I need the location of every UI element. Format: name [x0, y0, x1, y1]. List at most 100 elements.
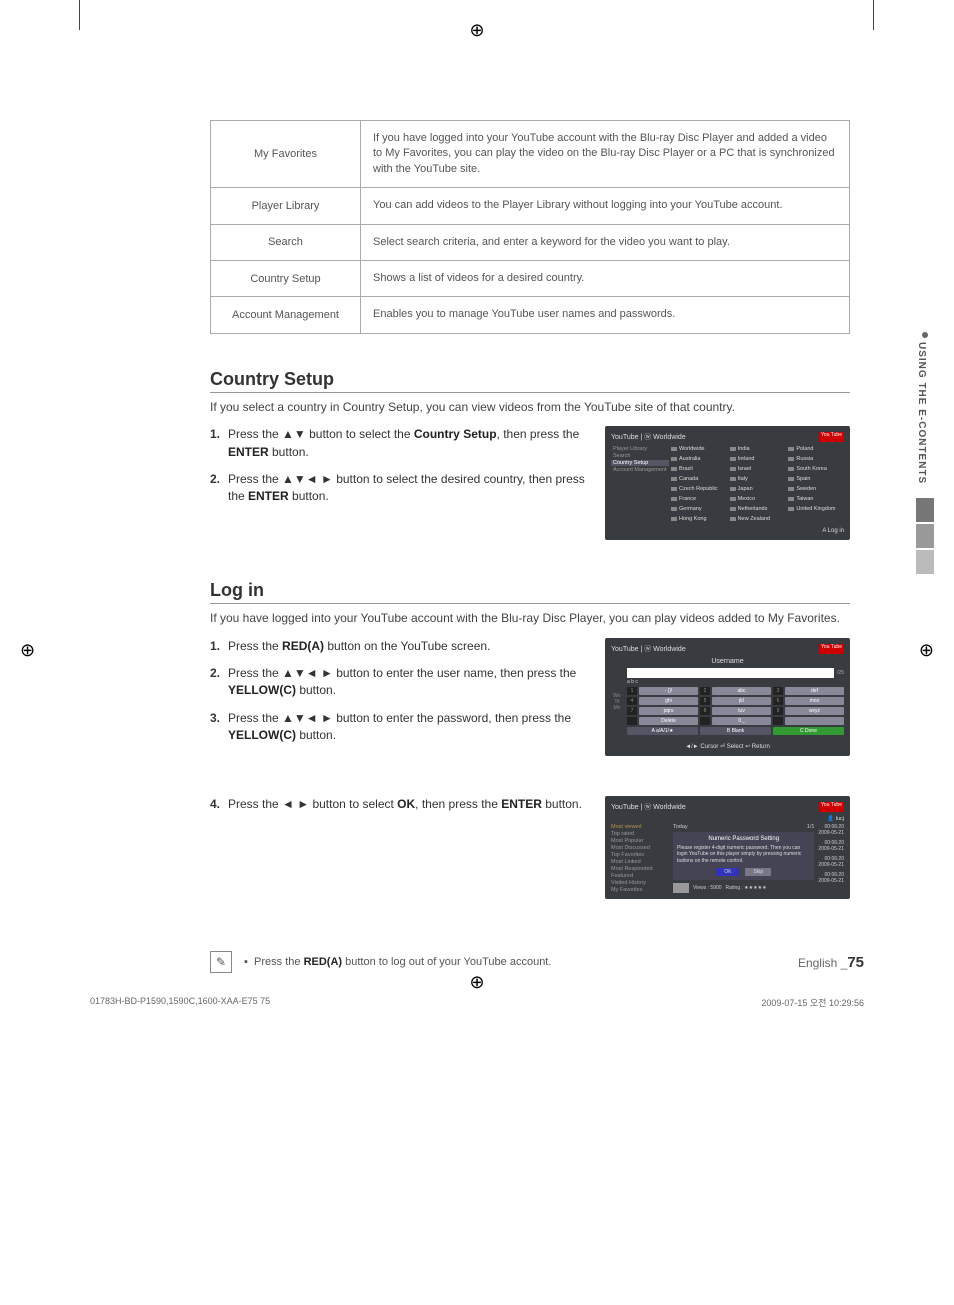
- nav-item: Most Popular: [611, 838, 669, 844]
- keypad-title: Username: [611, 658, 844, 665]
- nav-item: Account Management: [611, 467, 669, 473]
- keypad-num: 8: [700, 707, 710, 715]
- side-tab: USING THE E-CONTENTS: [916, 328, 934, 576]
- keypad-num: 7: [627, 707, 637, 715]
- nav-item: Most viewed: [611, 824, 669, 830]
- country-item: India: [730, 446, 786, 452]
- country-item: Italy: [730, 476, 786, 482]
- keypad-num: 5: [700, 697, 710, 705]
- country-item: Spain: [788, 476, 844, 482]
- section-title-login: Log in: [210, 580, 850, 604]
- keypad-num: 1: [627, 687, 637, 695]
- popup-body: Please register 4-digit numeric password…: [677, 845, 810, 865]
- login-step4: 4.Press the ◄ ► button to select OK, the…: [210, 796, 595, 813]
- keypad-key: - ()!: [639, 687, 698, 695]
- keypad-num: [627, 717, 637, 725]
- country-item: Sweden: [788, 486, 844, 492]
- nav-item: Visited History: [611, 880, 669, 886]
- username-keypad-screenshot: YouTube | ⓦ Worldwide You Tube Username W…: [605, 638, 850, 756]
- country-item: Japan: [730, 486, 786, 492]
- side-tab-bars: [916, 498, 934, 574]
- country-steps: 1.Press the ▲▼ button to select the Coun…: [210, 426, 595, 506]
- nav-item: Most Responded: [611, 866, 669, 872]
- section-title-country: Country Setup: [210, 369, 850, 393]
- keypad-key: jkl: [712, 697, 771, 705]
- step-item: 2.Press the ▲▼◄ ► button to enter the us…: [210, 665, 595, 700]
- login-steps: 1.Press the RED(A) button on the YouTube…: [210, 638, 595, 745]
- youtube-badge-icon: You Tube: [819, 802, 844, 812]
- keypad-num: [773, 717, 783, 725]
- keypad-num: [700, 717, 710, 725]
- numeric-password-popup: Numeric Password Setting Please register…: [673, 832, 814, 881]
- keypad-key: mno: [785, 697, 844, 705]
- country-item: Ireland: [730, 456, 786, 462]
- login-intro: If you have logged into your YouTube acc…: [210, 610, 850, 627]
- side-tab-dot-icon: [922, 332, 928, 338]
- country-item: United Kingdom: [788, 506, 844, 512]
- nav-item: Top Favorites: [611, 852, 669, 858]
- country-item: Israel: [730, 466, 786, 472]
- password-modal-screenshot: YouTube | ⓦ WorldwideYou Tube 👤 lucj Mos…: [605, 796, 850, 900]
- feature-label: Country Setup: [211, 260, 361, 296]
- keypad-key: pqrs: [639, 707, 698, 715]
- keypad-num: 2: [700, 687, 710, 695]
- views-label: Views : 5900: [693, 885, 722, 891]
- country-item: Poland: [788, 446, 844, 452]
- time-entry: 00:06:202009-05-21: [818, 840, 844, 852]
- feature-label: My Favorites: [211, 121, 361, 188]
- shot-header: YouTube | ⓦ Worldwide: [611, 432, 686, 442]
- shot-header: YouTube | ⓦ Worldwide: [611, 802, 686, 812]
- keypad-action: A a/A/1/★: [627, 727, 698, 735]
- note-row: ✎ ▪ Press the RED(A) button to log out o…: [210, 951, 850, 973]
- print-footer: 01783H-BD-P1590,1590C,1600-XAA-E75 75 20…: [90, 996, 864, 1009]
- country-item: Mexico: [730, 496, 786, 502]
- keypad-key: abc: [712, 687, 771, 695]
- country-item: New Zealand: [730, 516, 786, 522]
- feature-table: My FavoritesIf you have logged into your…: [210, 120, 850, 334]
- pager: 1/1: [807, 824, 815, 830]
- step-item: 3.Press the ▲▼◄ ► button to enter the pa…: [210, 710, 595, 745]
- nav-item: My Favorites: [611, 887, 669, 893]
- step-item: 2.Press the ▲▼◄ ► button to select the d…: [210, 471, 595, 506]
- nav-item: Search: [611, 453, 669, 459]
- youtube-badge-icon: You Tube: [819, 644, 844, 654]
- shot-footer-hint: A Log in: [611, 528, 844, 534]
- sidebar-letters: WoTitMo: [611, 693, 623, 711]
- country-item: France: [671, 496, 727, 502]
- country-setup-screenshot: YouTube | ⓦ WorldwideYou Tube Player Lib…: [605, 426, 850, 540]
- keypad-key: wxyz: [785, 707, 844, 715]
- country-intro: If you select a country in Country Setup…: [210, 399, 850, 416]
- page-footer: English _75: [798, 954, 864, 971]
- keypad-num: 3: [773, 687, 783, 695]
- feature-desc: You can add videos to the Player Library…: [361, 188, 850, 224]
- time-entry: 00:06:202009-05-21: [818, 824, 844, 836]
- feature-desc: Select search criteria, and enter a keyw…: [361, 224, 850, 260]
- nav-item: Most Linked: [611, 859, 669, 865]
- country-item: Netherlands: [730, 506, 786, 512]
- country-item: Russia: [788, 456, 844, 462]
- rating-label: Rating : ★★★★★: [726, 885, 767, 891]
- time-entry: 00:06:202009-05-21: [818, 856, 844, 868]
- keypad-key: ghi: [639, 697, 698, 705]
- keypad-key: def: [785, 687, 844, 695]
- side-tab-label: USING THE E-CONTENTS: [916, 342, 927, 484]
- time-entry: 00:06:202009-05-21: [818, 872, 844, 884]
- feature-label: Player Library: [211, 188, 361, 224]
- nav-item: Top rated: [611, 831, 669, 837]
- country-item: Hong Kong: [671, 516, 727, 522]
- keypad-key: 0 ⎵: [712, 717, 771, 725]
- step-item: 4.Press the ◄ ► button to select OK, the…: [210, 796, 595, 813]
- feature-desc: Shows a list of videos for a desired cou…: [361, 260, 850, 296]
- video-thumb: [673, 883, 689, 893]
- keypad-action: B Blank: [700, 727, 771, 735]
- shot-header: YouTube | ⓦ Worldwide: [611, 644, 686, 654]
- nav-item: Featured: [611, 873, 669, 879]
- username-input-box: [627, 668, 834, 678]
- country-item: Germany: [671, 506, 727, 512]
- note-icon: ✎: [210, 951, 232, 973]
- country-item: Worldwide: [671, 446, 727, 452]
- feature-label: Search: [211, 224, 361, 260]
- feature-label: Account Management: [211, 297, 361, 333]
- feature-desc: Enables you to manage YouTube user names…: [361, 297, 850, 333]
- youtube-badge-icon: You Tube: [819, 432, 844, 442]
